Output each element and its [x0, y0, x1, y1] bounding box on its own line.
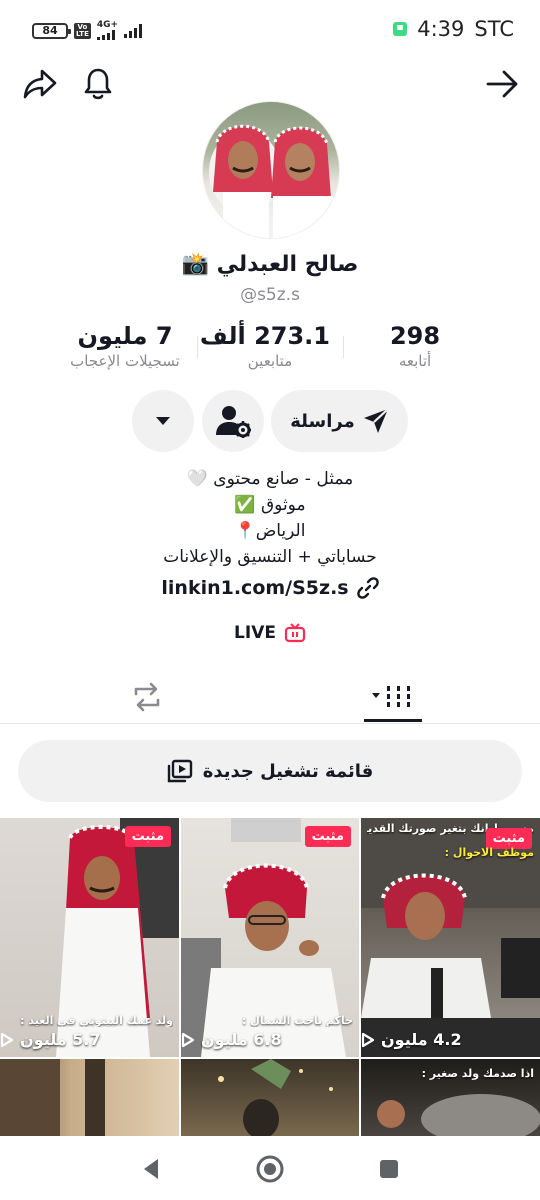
avatar-photo [209, 124, 333, 238]
live-entry[interactable]: LIVE [0, 623, 540, 643]
play-icon [361, 1032, 375, 1047]
send-icon [363, 408, 389, 433]
tv-icon [284, 623, 306, 643]
new-playlist-button[interactable]: قائمة تشغيل جديدة [18, 740, 522, 802]
likes-count: 7 مليون [77, 322, 173, 350]
volte-icon: Vo LTE [74, 22, 91, 39]
link-icon [356, 577, 379, 599]
bio-line: ممثل - صانع محتوى 🤍 [186, 469, 354, 489]
view-count-text: 6.8 مليون [201, 1030, 282, 1049]
status-bar: 84 Vo LTE 4G+ 4:39 STC [0, 0, 540, 60]
signal-bars-icon [124, 23, 143, 38]
video-thumbnail[interactable] [0, 1059, 179, 1138]
live-label: LIVE [234, 623, 276, 643]
profile-link[interactable]: linkin1.com/S5z.s [0, 577, 540, 599]
display-name: صالح العبدلي 📸 [181, 252, 359, 277]
view-count-text: 5.7 مليون [20, 1030, 101, 1049]
user-gear-icon [216, 406, 251, 438]
likes-stat: 7 مليون تسجيلات الإعجاب [62, 322, 188, 370]
pinned-badge: مثبت [304, 826, 351, 847]
system-nav-bar [0, 1136, 540, 1200]
video-thumbnail[interactable]: مثبت ولد عمك البيتوتي في العيد : 5.7 ملي… [0, 818, 179, 1057]
new-playlist-label: قائمة تشغيل جديدة [202, 760, 374, 782]
repost-icon [134, 682, 160, 712]
nav-home-icon[interactable] [255, 1154, 285, 1184]
view-count: 6.8 مليون [181, 1030, 351, 1049]
status-left-icons: 84 Vo LTE 4G+ [32, 20, 143, 40]
tab-videos[interactable] [364, 670, 422, 724]
pinned-badge: مثبت [124, 826, 171, 847]
bell-icon[interactable] [80, 66, 116, 102]
bio-line: موثوق ✅ [234, 495, 306, 515]
video-thumbnail[interactable] [181, 1059, 359, 1138]
following-stat[interactable]: 298 أتابعه [372, 322, 458, 370]
view-count-text: 4.2 مليون [381, 1030, 462, 1049]
followers-stat[interactable]: 273.1 ألف متابعين [199, 322, 330, 370]
carrier: STC [474, 17, 514, 41]
following-count: 298 [389, 322, 441, 350]
status-right: 4:39 STC [393, 17, 514, 41]
message-button-label: مراسلة [290, 410, 355, 432]
profile-link-text[interactable]: linkin1.com/S5z.s [161, 577, 348, 599]
video-grid: مثبت ولد عمك البيتوتي في العيد : 5.7 ملي… [0, 818, 540, 1138]
playlist-icon [167, 759, 192, 783]
bio-line: حساباتي + التنسيق والإعلانات [163, 547, 377, 567]
play-icon [181, 1032, 195, 1047]
likes-label: تسجيلات الإعجاب [70, 352, 180, 370]
message-button[interactable]: مراسلة [271, 390, 408, 452]
back-arrow-icon[interactable] [484, 66, 520, 102]
stat-divider [343, 336, 344, 358]
network-indicator: 4G+ [96, 20, 119, 40]
nav-recents-icon[interactable] [374, 1154, 404, 1184]
view-count: 4.2 مليون [361, 1030, 532, 1049]
video-caption: ولد عمك البيتوتي في العيد : [20, 1014, 173, 1027]
tabs-divider [0, 723, 540, 724]
more-dropdown-button[interactable] [132, 390, 194, 452]
follow-settings-button[interactable] [202, 390, 264, 452]
video-thumbnail[interactable]: مسيمط انك بتغير صورتك القديمة مثبت موظف … [361, 818, 540, 1057]
battery-icon: 84 [32, 22, 71, 39]
video-overlay-text: اذا صدمك ولد صغير : [421, 1067, 534, 1080]
thumbnail-image [0, 1059, 105, 1138]
share-icon[interactable] [22, 66, 58, 102]
signal-icon [96, 30, 115, 40]
stat-divider [197, 336, 198, 358]
message-notification-icon [393, 22, 408, 36]
active-tab-indicator [364, 719, 422, 722]
bio-line: الرياض📍 [234, 521, 306, 541]
video-thumbnail[interactable]: اذا صدمك ولد صغير : [361, 1059, 540, 1138]
battery-level: 84 [42, 24, 58, 37]
caret-down-icon [156, 417, 170, 425]
clock: 4:39 [417, 17, 465, 41]
grid-icon [372, 686, 410, 707]
thumbnail-image [218, 1059, 333, 1138]
followers-label: متابعين [247, 352, 293, 370]
nav-back-icon[interactable] [136, 1154, 166, 1184]
tab-reposts[interactable] [120, 670, 174, 724]
following-label: أتابعه [398, 352, 432, 370]
video-overlay-subtext: موظف الاحوال : [444, 846, 534, 859]
username: @s5z.s [240, 285, 300, 305]
video-caption: جاكم باحث الشمال : [242, 1014, 353, 1027]
view-count: 5.7 مليون [0, 1030, 171, 1049]
network-type: 4G+ [96, 20, 119, 30]
followers-count: 273.1 ألف [199, 322, 330, 350]
play-icon [0, 1032, 14, 1047]
avatar[interactable] [202, 101, 340, 239]
video-thumbnail[interactable]: مثبت جاكم باحث الشمال : 6.8 مليون [181, 818, 359, 1057]
